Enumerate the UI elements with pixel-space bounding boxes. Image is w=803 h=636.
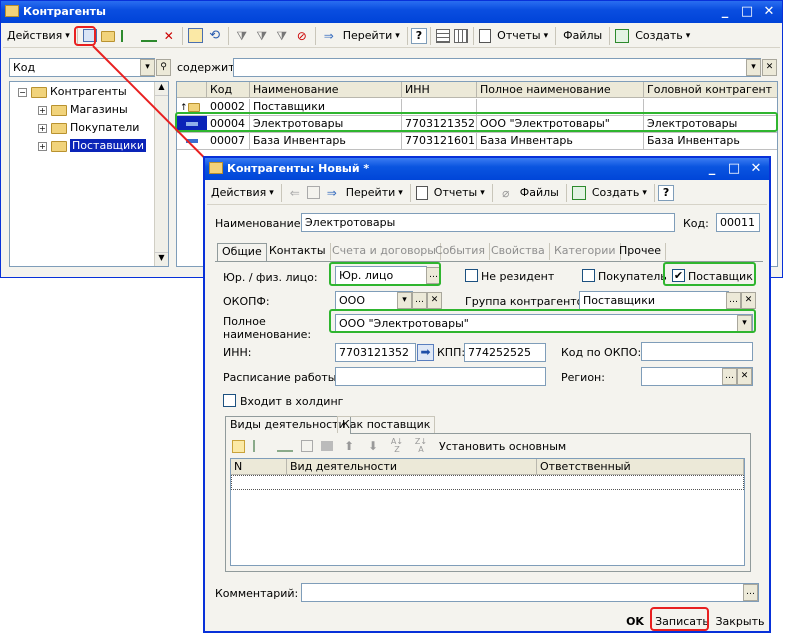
act-col-n[interactable]: N: [231, 459, 287, 475]
group-select-button[interactable]: …: [726, 292, 741, 309]
region-label: Регион:: [561, 371, 605, 384]
goto-icon[interactable]: ⇒: [324, 185, 340, 201]
region-clear-icon[interactable]: ✕: [737, 368, 752, 385]
dialog-minimize-button[interactable]: _: [703, 160, 721, 178]
buyer-checkbox[interactable]: [582, 269, 595, 282]
inn-fill-icon[interactable]: ➡: [417, 344, 434, 361]
region-select-button[interactable]: …: [722, 368, 737, 385]
tab-accounts[interactable]: Счета и договоры: [328, 243, 441, 260]
dialog-create-menu[interactable]: Создать: [588, 183, 651, 203]
code-input[interactable]: 00011: [716, 213, 760, 232]
dialog-close-button[interactable]: ✕: [747, 160, 765, 178]
holding-label: Входит в холдинг: [240, 395, 344, 408]
prev-icon[interactable]: ⇐: [287, 185, 303, 201]
buyer-label: Покупатель: [598, 270, 667, 283]
legal-type-label: Юр. / физ. лицо:: [223, 271, 318, 284]
comment-label: Комментарий:: [215, 587, 299, 600]
ok-button[interactable]: OK: [620, 613, 650, 631]
kpp-label: КПП:: [437, 346, 466, 359]
kpp-input[interactable]: 774252525: [464, 343, 546, 362]
dialog-help-button[interactable]: ?: [657, 184, 675, 201]
move-down-icon[interactable]: ⬇: [365, 438, 381, 454]
sort-asc-icon[interactable]: A↓ Z: [389, 438, 405, 454]
dialog-toolbar: Действия ⇐ ⇒ Перейти Отчеты ⌀ Файлы Созд…: [207, 181, 767, 205]
close-dialog-button[interactable]: Закрыть: [713, 613, 767, 631]
okopf-select-button[interactable]: …: [412, 292, 427, 309]
sort-desc-icon[interactable]: Z↓ A: [413, 438, 429, 454]
activities-toolbar: ⬆ ⬇ A↓ Z Z↓ A Установить основным: [230, 437, 570, 455]
nonresident-checkbox[interactable]: [465, 269, 478, 282]
schedule-input[interactable]: [335, 367, 546, 386]
tab-properties[interactable]: Свойства: [487, 243, 550, 260]
name-label: Наименование:: [215, 217, 305, 230]
highlight-legal-type: [329, 262, 441, 286]
group-label: Группа контрагентов:: [465, 295, 594, 308]
dialog-titlebar: Контрагенты: Новый * _ □ ✕: [205, 158, 769, 180]
okopf-dropdown[interactable]: ▾: [397, 292, 412, 309]
holding-checkbox[interactable]: [223, 394, 236, 407]
okopf-label: ОКОПФ:: [223, 295, 270, 308]
set-main-button[interactable]: Установить основным: [435, 436, 570, 456]
dialog-folder-icon: [209, 162, 223, 174]
dialog-title: Контрагенты: Новый *: [227, 162, 370, 175]
create-based-icon[interactable]: [571, 185, 586, 200]
okpo-label: Код по ОКПО:: [561, 346, 642, 359]
tab-general[interactable]: Общие: [217, 243, 267, 261]
name-input[interactable]: Электротовары: [301, 213, 675, 232]
act-col-activity[interactable]: Вид деятельности: [287, 459, 537, 475]
delete-row-icon[interactable]: [301, 440, 313, 452]
dialog-reports-menu[interactable]: Отчеты: [430, 183, 489, 203]
subtab-strip: Виды деятельности Как поставщик: [225, 416, 751, 434]
subtab-as-supplier[interactable]: Как поставщик: [337, 416, 436, 433]
okopf-clear-icon[interactable]: ✕: [427, 292, 442, 309]
tab-other[interactable]: Прочее: [615, 243, 667, 260]
dialog-goto-menu[interactable]: Перейти: [342, 183, 407, 203]
subtab-activities[interactable]: Виды деятельности: [225, 416, 351, 434]
inn-input[interactable]: 7703121352: [335, 343, 416, 362]
group-input[interactable]: Поставщики: [579, 291, 729, 310]
reports-icon[interactable]: [415, 185, 428, 200]
activities-table: N Вид деятельности Ответственный: [230, 458, 745, 566]
dialog-actions-menu[interactable]: Действия: [207, 183, 278, 203]
end-edit-icon[interactable]: [321, 441, 333, 451]
structure-icon[interactable]: [306, 186, 320, 199]
tab-contacts[interactable]: Контакты: [265, 243, 331, 260]
comment-input[interactable]: [301, 583, 759, 602]
dialog-files-button[interactable]: Файлы: [516, 183, 563, 203]
activities-panel: ⬆ ⬇ A↓ Z Z↓ A Установить основным N Вид де…: [225, 434, 751, 572]
copy-row-icon[interactable]: [253, 440, 269, 452]
group-clear-icon[interactable]: ✕: [741, 292, 756, 309]
dialog-maximize-button[interactable]: □: [725, 160, 743, 178]
tab-strip: Общие Контакты Счета и договоры События …: [215, 243, 763, 262]
add-row-icon[interactable]: [232, 439, 245, 453]
comment-select-button[interactable]: …: [743, 584, 758, 601]
full-name-label-line1: Полное: [223, 315, 266, 328]
tab-events[interactable]: События: [431, 243, 491, 260]
schedule-label: Расписание работы:: [223, 371, 341, 384]
highlight-full-name: [329, 309, 756, 333]
tab-categories[interactable]: Категории: [550, 243, 621, 260]
edit-row-icon[interactable]: [277, 440, 293, 452]
highlight-save-button: [650, 607, 709, 631]
nonresident-label: Не резидент: [481, 270, 555, 283]
move-up-icon[interactable]: ⬆: [341, 438, 357, 454]
dialog-window: Контрагенты: Новый * _ □ ✕ Действия ⇐ ⇒ …: [203, 156, 771, 633]
act-col-responsible[interactable]: Ответственный: [537, 459, 744, 475]
highlight-supplier: [663, 262, 756, 286]
table-row[interactable]: [231, 475, 744, 490]
inn-label: ИНН:: [223, 346, 252, 359]
code-label: Код:: [683, 217, 709, 230]
okpo-input[interactable]: [641, 342, 753, 361]
full-name-label-line2: наименование:: [223, 328, 312, 341]
attach-icon[interactable]: ⌀: [498, 185, 514, 201]
